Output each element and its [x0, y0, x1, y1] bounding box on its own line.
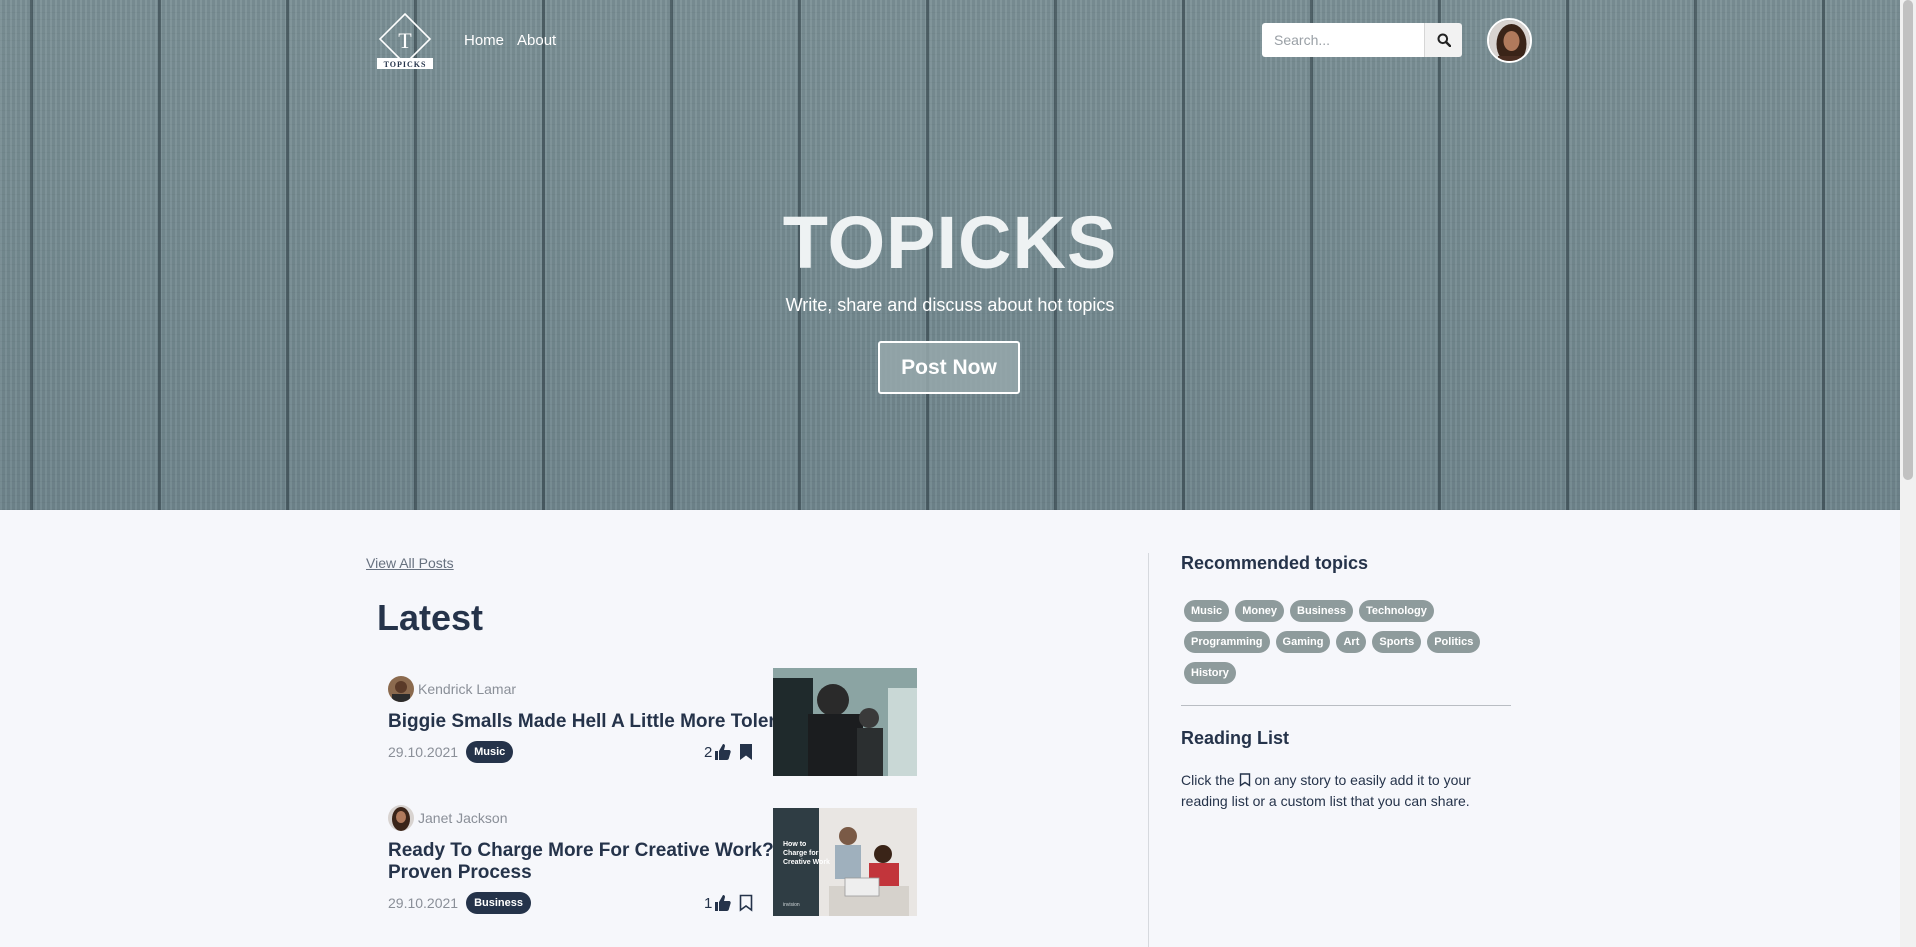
- search-button[interactable]: [1424, 23, 1462, 57]
- topic-tag[interactable]: Programming: [1184, 631, 1270, 653]
- logo-letter: T: [398, 28, 412, 53]
- scrollbar-thumb[interactable]: [1903, 0, 1913, 480]
- logo-icon: T TOPICKS: [377, 12, 433, 69]
- latest-heading: Latest: [377, 597, 484, 638]
- column-divider: [1148, 553, 1149, 947]
- sidebar-divider: [1181, 705, 1511, 706]
- search-input[interactable]: [1262, 23, 1424, 57]
- svg-text:Charge for: Charge for: [783, 850, 819, 857]
- topic-tag[interactable]: Sports: [1372, 631, 1422, 653]
- topic-tag[interactable]: Money: [1235, 600, 1285, 622]
- recommended-topics-heading: Recommended topics: [1181, 553, 1369, 573]
- post-date: 29.10.2021: [388, 744, 459, 760]
- topic-tag[interactable]: Gaming: [1275, 631, 1331, 653]
- topic-tag[interactable]: Politics: [1427, 631, 1481, 653]
- post-date: 29.10.2021: [388, 895, 459, 911]
- search-icon: [1437, 33, 1451, 47]
- topic-tags: Music Money Business Technology Programm…: [1184, 600, 1504, 684]
- post-now-button[interactable]: Post Now: [878, 341, 1020, 394]
- author-name: Kendrick Lamar: [418, 681, 517, 697]
- bookmark-icon[interactable]: [738, 743, 754, 761]
- post-tag-badge[interactable]: Business: [466, 892, 531, 914]
- svg-text:Creative Work: Creative Work: [783, 859, 830, 866]
- logo-wordmark: TOPICKS: [384, 60, 427, 69]
- topic-tag[interactable]: Art: [1336, 631, 1367, 653]
- bookmark-outline-icon[interactable]: [738, 894, 754, 912]
- topic-tag[interactable]: History: [1184, 662, 1236, 684]
- nav-home-link[interactable]: Home: [464, 32, 504, 49]
- like-count: 2: [704, 743, 713, 761]
- reading-list-description: Click the on any story to easily add it …: [1181, 770, 1511, 812]
- hero-subtitle: Write, share and discuss about hot topic…: [785, 295, 1115, 315]
- topic-tag[interactable]: Music: [1184, 600, 1230, 622]
- author-avatar: [388, 676, 414, 702]
- page-scrollbar[interactable]: [1900, 0, 1916, 947]
- bookmark-icon: [1239, 773, 1250, 787]
- user-avatar[interactable]: [1487, 18, 1532, 63]
- topic-tag[interactable]: Technology: [1358, 600, 1434, 622]
- search-bar: [1262, 23, 1462, 57]
- topic-tag[interactable]: Business: [1290, 600, 1353, 622]
- hero-title: TOPICKS: [782, 201, 1118, 284]
- like-count: 1: [704, 894, 713, 912]
- post-thumbnail[interactable]: How to Charge for Creative Work invision: [773, 808, 917, 916]
- author-avatar: [388, 805, 414, 831]
- nav-about-link[interactable]: About: [517, 32, 556, 49]
- svg-text:How to: How to: [783, 841, 806, 848]
- svg-text:invision: invision: [783, 902, 800, 908]
- thumbs-up-icon[interactable]: [714, 743, 732, 761]
- reading-text-before: Click the: [1181, 772, 1235, 788]
- reading-list-heading: Reading List: [1181, 728, 1290, 748]
- site-logo[interactable]: T TOPICKS: [376, 12, 434, 70]
- thumbs-up-icon[interactable]: [714, 894, 732, 912]
- view-all-posts-link[interactable]: View All Posts: [366, 555, 454, 571]
- post-thumbnail[interactable]: [773, 668, 917, 776]
- post-tag-badge[interactable]: Music: [466, 741, 514, 763]
- author-name: Janet Jackson: [418, 810, 508, 826]
